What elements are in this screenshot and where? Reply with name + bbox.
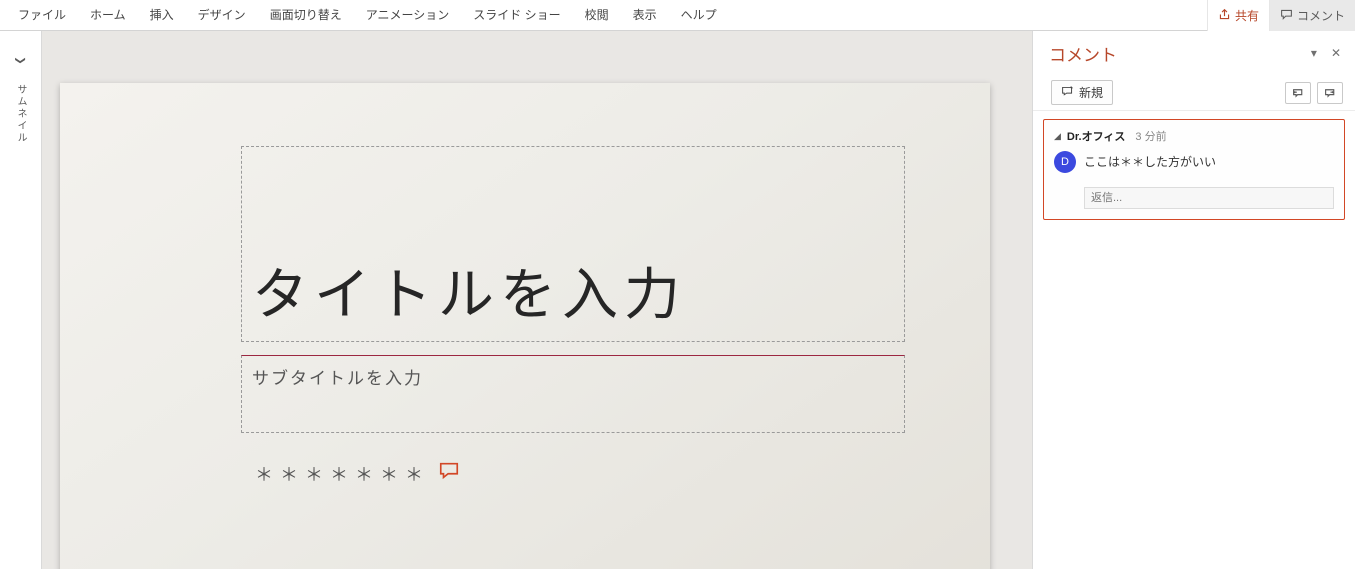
comment-collapse-toggle[interactable]: ◢ [1054, 131, 1061, 142]
slide-body-stars: ＊＊＊＊＊＊＊ [255, 461, 430, 487]
ribbon-right: 共有 コメント [1207, 0, 1355, 31]
comment-thread[interactable]: ◢ Dr.オフィス 3 分前 D ここは＊＊した方がいい [1043, 119, 1345, 220]
comment-toggle-label: コメント [1297, 7, 1345, 24]
new-comment-icon [1061, 85, 1074, 101]
comment-reply-input[interactable] [1084, 187, 1334, 209]
comment-time: 3 分前 [1135, 128, 1166, 144]
share-icon [1218, 8, 1231, 24]
tab-file[interactable]: ファイル [6, 0, 78, 31]
comments-pane-close-button[interactable]: ✕ [1331, 46, 1341, 60]
comment-avatar: D [1054, 151, 1076, 173]
tab-home[interactable]: ホーム [78, 0, 138, 31]
comment-icon [1280, 8, 1293, 24]
comments-toolbar: 新規 [1033, 75, 1355, 111]
comment-reply-row [1084, 187, 1334, 209]
next-comment-button[interactable] [1317, 82, 1343, 104]
comment-body: D ここは＊＊した方がいい [1054, 151, 1334, 173]
tab-transitions[interactable]: 画面切り替え [258, 0, 354, 31]
new-comment-button[interactable]: 新規 [1051, 80, 1113, 105]
comments-pane: コメント ▾ ✕ 新規 [1032, 31, 1355, 569]
comments-list: ◢ Dr.オフィス 3 分前 D ここは＊＊した方がいい [1033, 111, 1355, 228]
slide-subtitle-placeholder[interactable]: サブタイトルを入力 [241, 355, 905, 433]
ribbon-tabs: ファイル ホーム 挿入 デザイン 画面切り替え アニメーション スライド ショー… [6, 0, 729, 31]
thumbnail-expand-button[interactable]: ❯ [15, 56, 26, 64]
comments-pane-header-controls: ▾ ✕ [1311, 46, 1341, 60]
comments-pane-options-button[interactable]: ▾ [1311, 46, 1317, 60]
comment-toggle-button[interactable]: コメント [1269, 0, 1355, 31]
tab-review[interactable]: 校閲 [573, 0, 621, 31]
comments-pane-title: コメント [1049, 41, 1117, 66]
comment-thread-header: ◢ Dr.オフィス 3 分前 [1054, 128, 1334, 144]
thumbnail-rail-label: サムネイル [13, 84, 28, 144]
slide-title-text: タイトルを入力 [252, 250, 686, 331]
slide[interactable]: タイトルを入力 サブタイトルを入力 ＊＊＊＊＊＊＊ [60, 83, 990, 569]
prev-comment-button[interactable] [1285, 82, 1311, 104]
work-area: ❯ サムネイル タイトルを入力 サブタイトルを入力 ＊＊＊＊＊＊＊ コメント [0, 31, 1355, 569]
tab-slideshow[interactable]: スライド ショー [461, 0, 572, 31]
tab-view[interactable]: 表示 [621, 0, 669, 31]
share-label: 共有 [1235, 7, 1259, 24]
tab-design[interactable]: デザイン [186, 0, 258, 31]
comment-marker-icon[interactable] [438, 460, 460, 487]
slide-body-text[interactable]: ＊＊＊＊＊＊＊ [255, 460, 460, 487]
thumbnail-rail: ❯ サムネイル [0, 31, 42, 569]
comment-author: Dr.オフィス [1067, 128, 1125, 144]
ribbon-menubar: ファイル ホーム 挿入 デザイン 画面切り替え アニメーション スライド ショー… [0, 0, 1355, 31]
tab-animations[interactable]: アニメーション [354, 0, 462, 31]
tab-help[interactable]: ヘルプ [669, 0, 729, 31]
tab-insert[interactable]: 挿入 [138, 0, 186, 31]
share-button[interactable]: 共有 [1207, 0, 1269, 31]
comment-nav-buttons [1285, 82, 1343, 104]
comments-pane-header: コメント ▾ ✕ [1033, 31, 1355, 75]
new-comment-label: 新規 [1079, 84, 1103, 101]
slide-subtitle-text: サブタイトルを入力 [252, 364, 894, 389]
slide-title-placeholder[interactable]: タイトルを入力 [241, 146, 905, 342]
slide-canvas-area[interactable]: タイトルを入力 サブタイトルを入力 ＊＊＊＊＊＊＊ [42, 31, 1032, 569]
comment-text: ここは＊＊した方がいい [1084, 151, 1216, 170]
